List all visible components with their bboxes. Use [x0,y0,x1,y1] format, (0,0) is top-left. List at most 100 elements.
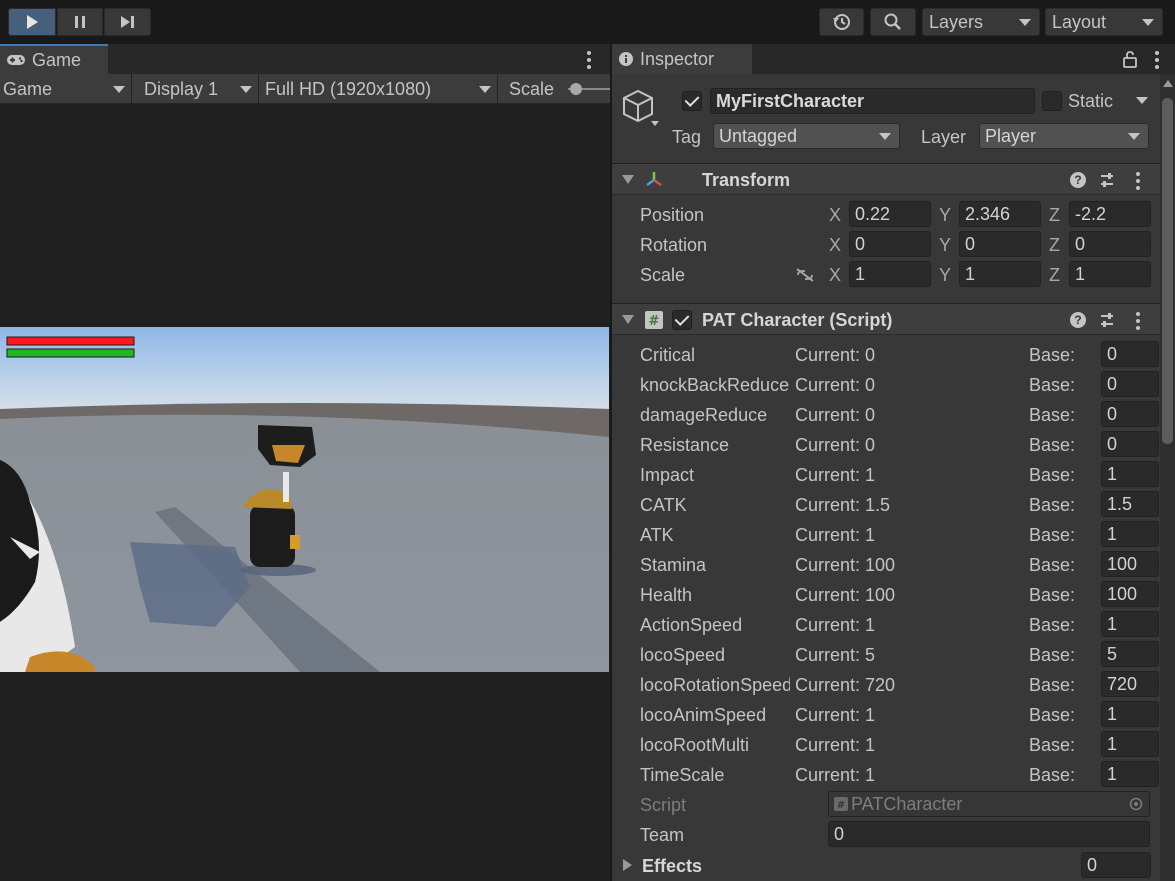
team-field[interactable]: 0 [828,821,1150,847]
transform-menu-icon[interactable] [1136,172,1140,193]
stat-label-damage-reduce: damageReduce [640,405,768,425]
tab-inspector-label: Inspector [640,48,715,69]
component-menu-icon[interactable] [1136,312,1140,333]
stat-label-loco-anim-speed: locoAnimSpeed [640,705,767,725]
search-button[interactable] [870,8,916,36]
scale-z-field[interactable]: 1 [1069,261,1151,287]
stat-base-field-action-speed[interactable]: 1 [1101,611,1159,637]
scale-slider-handle[interactable] [570,83,582,95]
help-icon[interactable]: ? [1070,172,1086,188]
stat-base-field-loco-rotation-speed[interactable]: 720 [1101,671,1159,697]
inspector-menu-icon[interactable] [1155,51,1159,72]
stat-current-catk: Current: 1.5 [795,495,891,515]
layer-dropdown[interactable]: Player [979,123,1149,149]
gameobject-active-checkbox[interactable] [682,91,702,111]
game-mode-dropdown[interactable]: Game [0,74,132,104]
gameobject-name-field[interactable]: MyFirstCharacter [710,88,1035,114]
layout-dropdown[interactable]: Layout [1045,8,1163,36]
stat-base-field-health[interactable]: 100 [1101,581,1159,607]
layers-label: Layers [929,11,984,32]
pause-button[interactable] [57,8,103,36]
step-button[interactable] [104,8,151,36]
play-button[interactable] [8,8,56,36]
stat-base-field-atk[interactable]: 1 [1101,521,1159,547]
position-x-field[interactable]: 0.22 [849,201,931,227]
stat-base-label: Base: [1029,765,1076,785]
rotation-x-field[interactable]: 0 [849,231,931,257]
stat-base-field-impact[interactable]: 1 [1101,461,1159,487]
layer-value: Player [985,125,1037,146]
pause-icon [75,16,85,28]
stamina-bar [6,348,135,358]
scale-x-field[interactable]: 1 [849,261,931,287]
game-menu-icon[interactable] [587,51,591,72]
layers-dropdown[interactable]: Layers [922,8,1040,36]
static-checkbox[interactable] [1042,91,1062,111]
component-enabled-checkbox[interactable] [672,310,692,330]
tag-value: Untagged [719,125,798,146]
position-label: Position [640,205,705,225]
lock-icon[interactable] [1122,50,1138,68]
stat-base-field-loco-root-multi[interactable]: 1 [1101,731,1159,757]
tab-game[interactable]: Game [0,44,108,74]
preset-sliders-icon[interactable] [1099,172,1115,188]
stat-base-field-damage-reduce[interactable]: 0 [1101,401,1159,427]
script-hash-icon: # [645,311,663,329]
static-dropdown-icon[interactable] [1136,97,1148,104]
stat-base-field-catk[interactable]: 1.5 [1101,491,1159,517]
chevron-down-icon [1019,19,1031,26]
inspector-scrollbar[interactable] [1160,74,1175,881]
foldout-arrow-icon[interactable] [622,315,634,324]
position-y-field[interactable]: 2.346 [959,201,1041,227]
stat-current-knock-back-reduce: Current: 0 [795,375,876,395]
effects-size-field[interactable]: 0 [1081,852,1151,878]
game-viewport[interactable] [0,327,609,672]
position-z-field[interactable]: -2.2 [1069,201,1151,227]
rotation-y-field[interactable]: 0 [959,231,1041,257]
stat-base-field-knock-back-reduce[interactable]: 0 [1101,371,1159,397]
effects-label[interactable]: Effects [642,856,702,877]
stat-current-loco-root-multi: Current: 1 [795,735,876,755]
transform-header[interactable]: Transform ? [612,163,1160,195]
history-button[interactable] [819,8,864,36]
pat-character-title: PAT Character (Script) [702,310,893,330]
foldout-arrow-icon[interactable] [622,175,634,184]
stat-base-field-time-scale[interactable]: 1 [1101,761,1159,787]
axis-x-label: X [829,235,842,255]
stat-base-field-loco-anim-speed[interactable]: 1 [1101,701,1159,727]
scale-slider[interactable] [568,83,610,95]
preset-sliders-icon[interactable] [1099,312,1115,328]
stat-base-label: Base: [1029,705,1076,725]
stat-base-field-resistance[interactable]: 0 [1101,431,1159,457]
stat-base-field-stamina[interactable]: 100 [1101,551,1159,577]
stat-current-stamina: Current: 100 [795,555,896,575]
scale-y-field[interactable]: 1 [959,261,1041,287]
rotation-z-field[interactable]: 0 [1069,231,1151,257]
gameobject-cube-icon[interactable] [622,88,662,128]
stat-current-critical: Current: 0 [795,345,876,365]
stat-label-loco-speed: locoSpeed [640,645,726,665]
stat-current-loco-anim-speed: Current: 1 [795,705,876,725]
resolution-dropdown[interactable]: Full HD (1920x1080) [262,74,498,104]
help-icon[interactable]: ? [1070,312,1086,328]
constrain-proportions-icon[interactable] [795,267,815,283]
scroll-up-icon[interactable] [1163,80,1173,87]
effects-foldout-icon[interactable] [623,859,632,871]
team-label: Team [640,825,685,845]
game-mode-label: Game [3,78,53,99]
stat-base-field-critical[interactable]: 0 [1101,341,1159,367]
stat-label-impact: Impact [640,465,695,485]
pat-character-header[interactable]: # PAT Character (Script) ? [612,303,1160,335]
game-tabbar: Game [0,44,610,74]
stat-base-label: Base: [1029,585,1076,605]
chevron-down-icon [113,86,125,93]
stat-base-field-loco-speed[interactable]: 5 [1101,641,1159,667]
display-dropdown[interactable]: Display 1 [141,74,259,104]
tab-inspector[interactable]: Inspector [612,44,752,74]
stat-current-health: Current: 100 [795,585,896,605]
tag-dropdown[interactable]: Untagged [713,123,900,149]
scrollbar-thumb[interactable] [1162,98,1173,444]
stat-base-label: Base: [1029,645,1076,665]
display-label: Display 1 [144,78,219,99]
object-picker-icon [1129,797,1143,811]
